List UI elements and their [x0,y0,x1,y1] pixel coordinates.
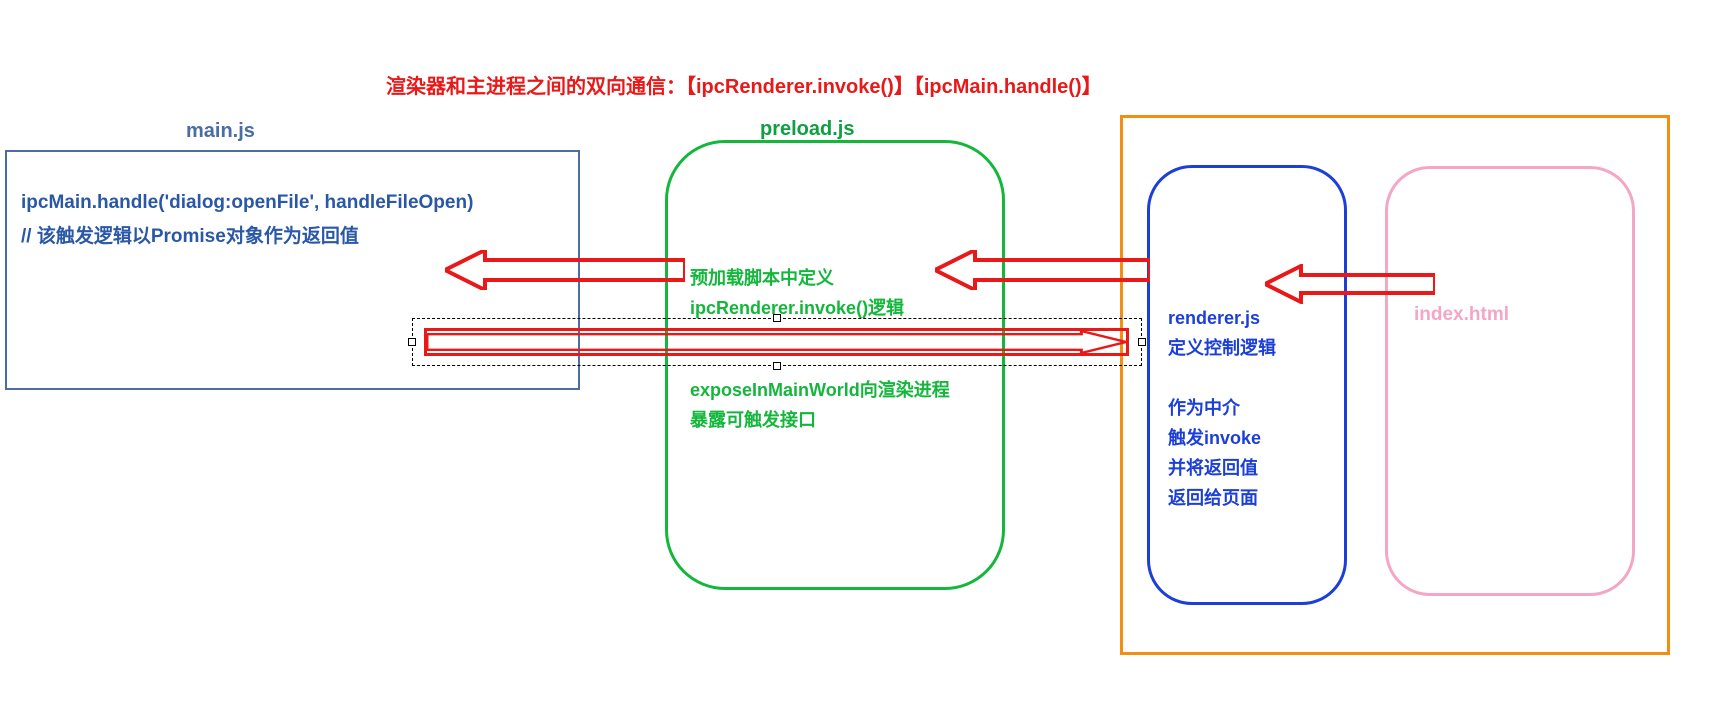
preload-label: preload.js [760,118,854,141]
arrow-left-icon [445,250,685,290]
index-title: index.html [1414,304,1614,326]
main-label: main.js [186,120,255,143]
arrow-left-icon [1265,264,1435,304]
resize-handle[interactable] [773,362,781,370]
resize-handle[interactable] [1138,338,1146,346]
renderer-p2-l3: 并将返回值 [1168,453,1326,483]
arrow-left-icon [935,250,1150,290]
diagram-title: 渲染器和主进程之间的双向通信：【ipcRenderer.invoke()】【ip… [386,70,1102,99]
renderer-title: renderer.js [1168,303,1326,333]
index-box: index.html [1385,166,1635,596]
preload-p2-l1: exposeInMainWorld向渲染进程 [690,375,984,405]
renderer-p1: 定义控制逻辑 [1168,333,1326,363]
resize-handle[interactable] [408,338,416,346]
arrow-right-selected-icon[interactable] [424,328,1129,356]
main-code-line1: ipcMain.handle('dialog:openFile', handle… [21,186,564,220]
renderer-p2-l2: 触发invoke [1168,423,1326,453]
renderer-p2-l1: 作为中介 [1168,393,1326,423]
preload-p2-l2: 暴露可触发接口 [690,405,984,435]
renderer-box: renderer.js 定义控制逻辑 作为中介 触发invoke 并将返回值 返… [1147,165,1347,605]
renderer-p2-l4: 返回给页面 [1168,483,1326,513]
resize-handle[interactable] [773,314,781,322]
main-code-line2: // 该触发逻辑以Promise对象作为返回值 [21,220,564,254]
